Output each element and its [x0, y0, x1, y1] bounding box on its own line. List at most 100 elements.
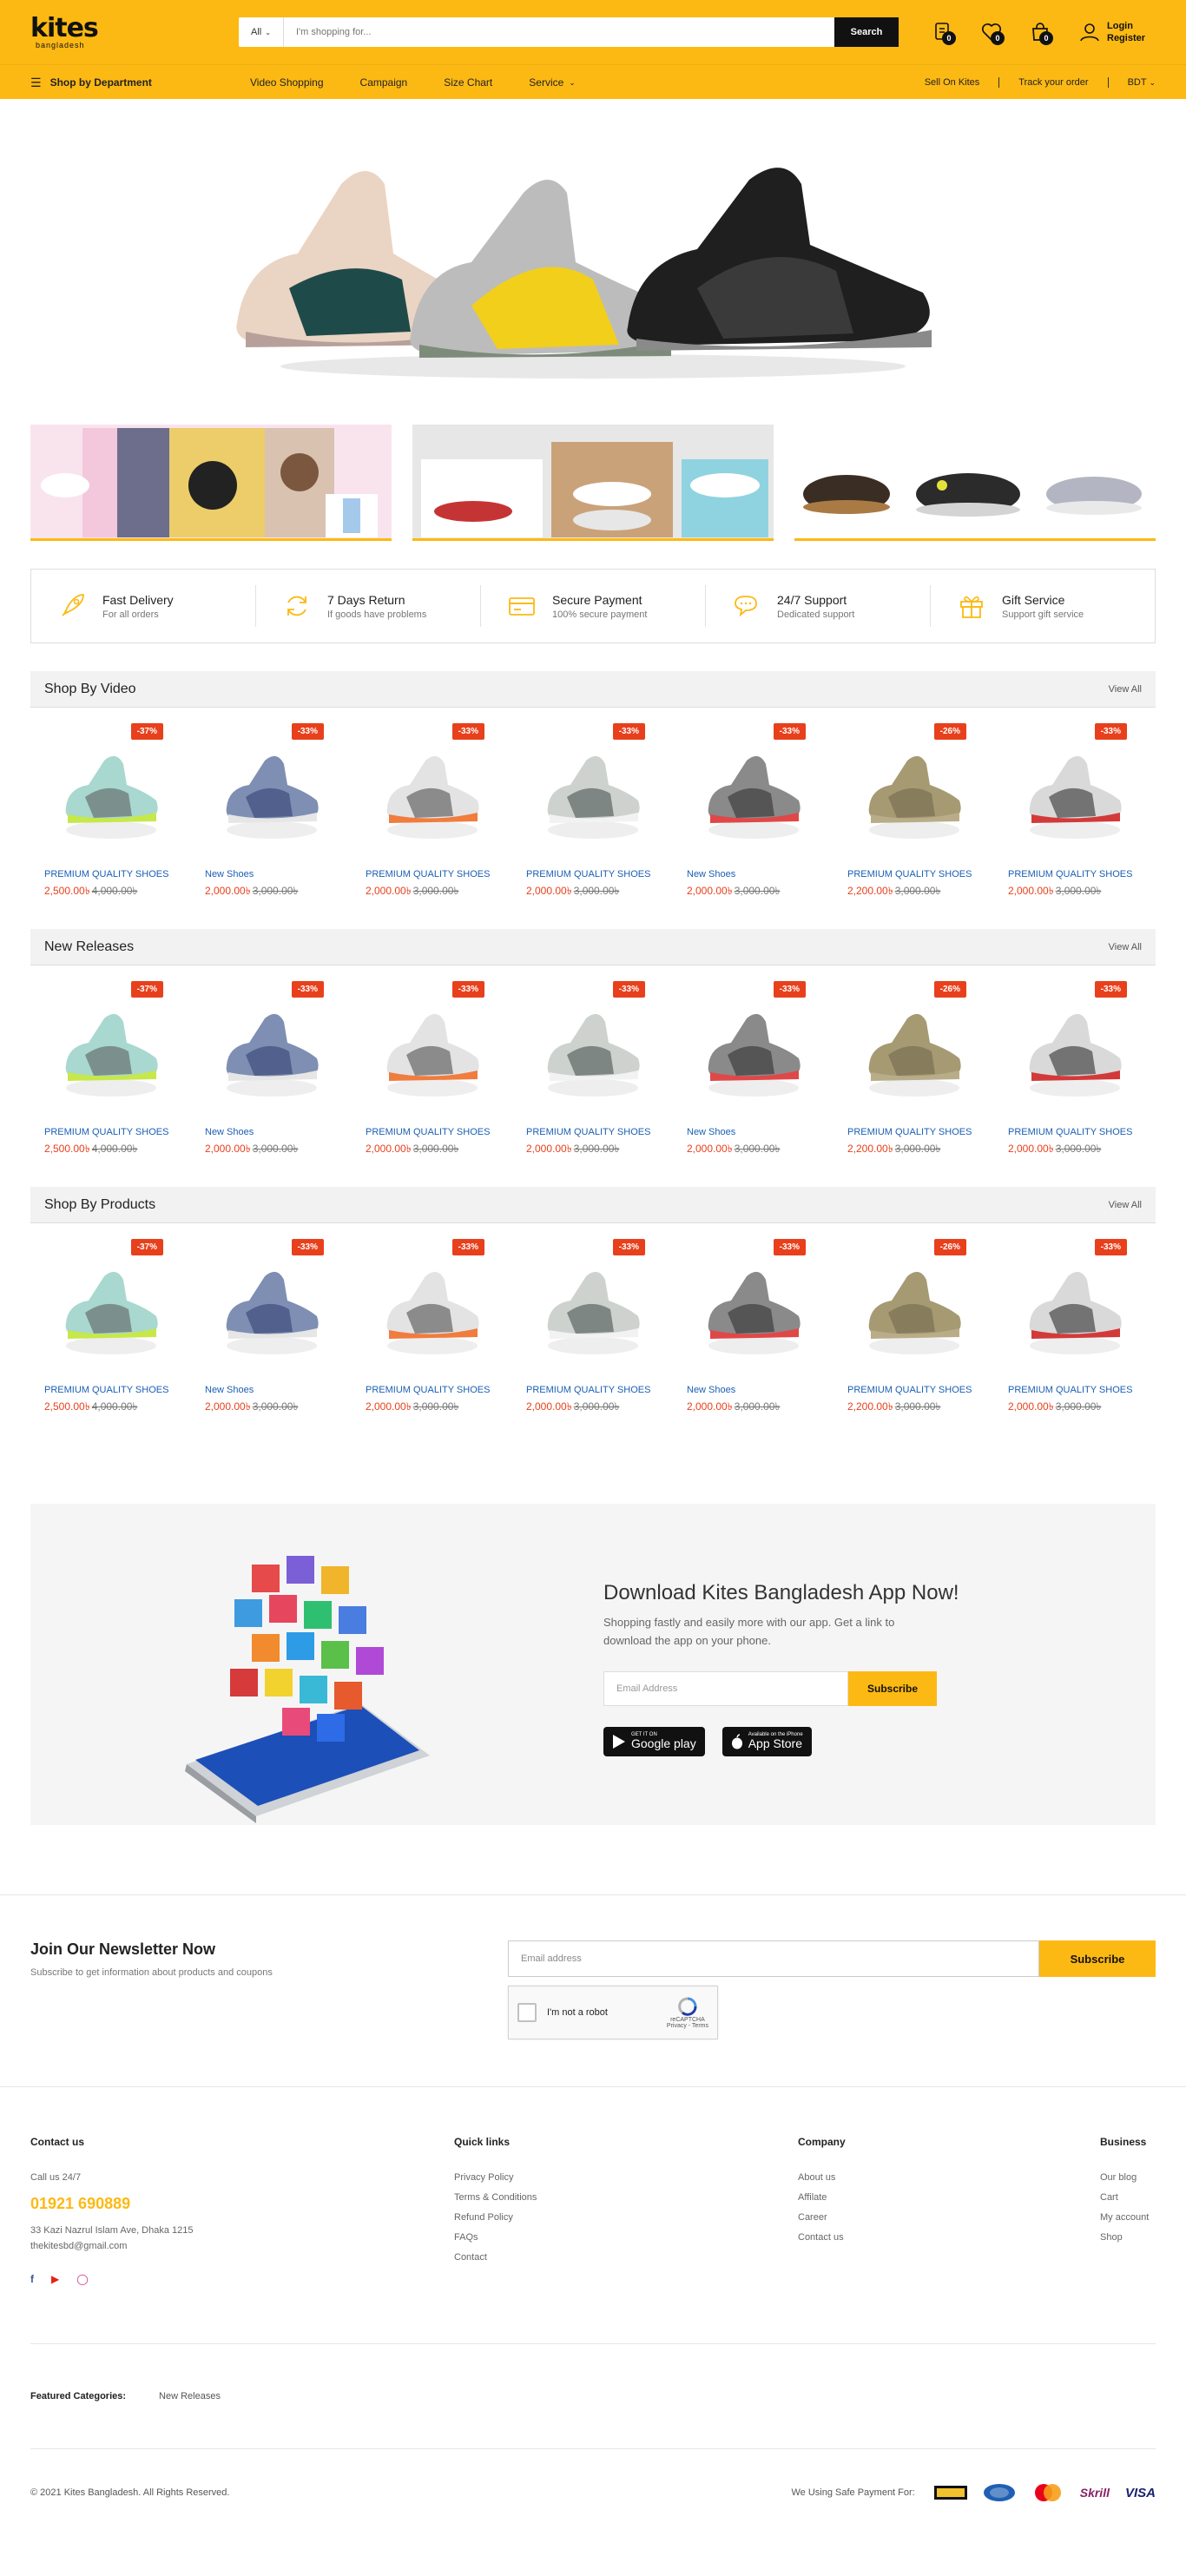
product-image-box[interactable]: -33%	[687, 723, 820, 862]
product-image-box[interactable]: -33%	[205, 981, 338, 1120]
site-logo[interactable]: kites bangladesh	[30, 15, 239, 49]
product-card[interactable]: -37% PREMIUM QUALITY SHOES 2,500.00৳ 4,000.…	[30, 723, 191, 901]
recaptcha-links[interactable]: Privacy - Terms	[667, 2023, 708, 2029]
currency-select[interactable]: BDT ⌄	[1128, 77, 1156, 88]
product-image-box[interactable]: -33%	[526, 981, 659, 1120]
product-image-box[interactable]: -37%	[44, 981, 177, 1120]
sell-on-kites-link[interactable]: Sell On Kites	[925, 77, 980, 88]
product-card[interactable]: -26% PREMIUM QUALITY SHOES 2,200.00৳ 3,000.…	[833, 981, 994, 1159]
product-card[interactable]: -26% PREMIUM QUALITY SHOES 2,200.00৳ 3,000.…	[833, 1239, 994, 1417]
footer-link-refund[interactable]: Refund Policy	[454, 2212, 798, 2223]
nav-item-video-shopping[interactable]: Video Shopping	[250, 76, 324, 89]
product-card[interactable]: -33% New Shoes 2,000.00৳ 3,000.00৳	[673, 1239, 833, 1417]
compare-button[interactable]: 0	[928, 17, 958, 47]
product-card[interactable]: -33% PREMIUM QUALITY SHOES 2,000.00৳ 3,000.…	[352, 723, 512, 901]
product-card[interactable]: -33% PREMIUM QUALITY SHOES 2,000.00৳ 3,000.…	[512, 981, 673, 1159]
product-name[interactable]: PREMIUM QUALITY SHOES	[44, 869, 177, 880]
product-name[interactable]: PREMIUM QUALITY SHOES	[526, 1127, 659, 1137]
product-card[interactable]: -33% New Shoes 2,000.00৳ 3,000.00৳	[191, 981, 352, 1159]
product-card[interactable]: -26% PREMIUM QUALITY SHOES 2,200.00৳ 3,000.…	[833, 723, 994, 901]
product-card[interactable]: -33% PREMIUM QUALITY SHOES 2,000.00৳ 3,000.…	[994, 981, 1155, 1159]
hero-banner[interactable]	[30, 99, 1156, 425]
app-store-button[interactable]: Available on the iPhone App Store	[721, 1726, 812, 1756]
product-image-box[interactable]: -26%	[847, 981, 980, 1120]
product-name[interactable]: PREMIUM QUALITY SHOES	[44, 1385, 177, 1395]
product-name[interactable]: PREMIUM QUALITY SHOES	[44, 1127, 177, 1137]
view-all-link[interactable]: View All	[1109, 684, 1142, 695]
product-card[interactable]: -33% PREMIUM QUALITY SHOES 2,000.00৳ 3,000.…	[352, 981, 512, 1159]
product-card[interactable]: -37% PREMIUM QUALITY SHOES 2,500.00৳ 4,000.…	[30, 1239, 191, 1417]
product-name[interactable]: PREMIUM QUALITY SHOES	[1008, 1385, 1141, 1395]
account-login[interactable]: Login Register	[1079, 20, 1145, 45]
product-name[interactable]: PREMIUM QUALITY SHOES	[847, 1385, 980, 1395]
product-card[interactable]: -33% PREMIUM QUALITY SHOES 2,000.00৳ 3,000.…	[352, 1239, 512, 1417]
promo-banner-boxes[interactable]	[412, 425, 774, 541]
nav-item-size-chart[interactable]: Size Chart	[444, 76, 492, 89]
product-card[interactable]: -33% New Shoes 2,000.00৳ 3,000.00৳	[191, 1239, 352, 1417]
promo-banner-lifestyle[interactable]	[30, 425, 392, 541]
search-input[interactable]	[284, 17, 834, 47]
instagram-icon[interactable]: ◯	[76, 2273, 88, 2285]
track-order-link[interactable]: Track your order	[1018, 77, 1088, 88]
promo-banner-sneakers[interactable]	[794, 425, 1156, 541]
footer-link-contact[interactable]: Contact	[454, 2252, 798, 2263]
app-email-input[interactable]: Email Address	[603, 1670, 848, 1706]
product-name[interactable]: PREMIUM QUALITY SHOES	[366, 1385, 498, 1395]
product-name[interactable]: New Shoes	[687, 1127, 820, 1137]
email-link[interactable]: thekitesbd@gmail.com	[30, 2239, 454, 2255]
phone-number[interactable]: 01921 690889	[30, 2195, 454, 2213]
app-subscribe-button[interactable]: Subscribe	[848, 1670, 937, 1706]
product-name[interactable]: PREMIUM QUALITY SHOES	[847, 869, 980, 880]
product-image-box[interactable]: -33%	[205, 1239, 338, 1378]
product-image-box[interactable]: -26%	[847, 1239, 980, 1378]
footer-link-terms[interactable]: Terms & Conditions	[454, 2192, 798, 2203]
newsletter-subscribe-button[interactable]: Subscribe	[1039, 1940, 1156, 1977]
product-image-box[interactable]: -37%	[44, 1239, 177, 1378]
product-card[interactable]: -37% PREMIUM QUALITY SHOES 2,500.00৳ 4,000.…	[30, 981, 191, 1159]
product-name[interactable]: PREMIUM QUALITY SHOES	[366, 869, 498, 880]
product-image-box[interactable]: -33%	[366, 981, 498, 1120]
product-name[interactable]: New Shoes	[205, 869, 338, 880]
product-card[interactable]: -33% New Shoes 2,000.00৳ 3,000.00৳	[673, 981, 833, 1159]
facebook-icon[interactable]: f	[30, 2273, 34, 2285]
view-all-link[interactable]: View All	[1109, 942, 1142, 952]
product-name[interactable]: New Shoes	[205, 1127, 338, 1137]
product-name[interactable]: PREMIUM QUALITY SHOES	[1008, 869, 1141, 880]
product-name[interactable]: New Shoes	[687, 1385, 820, 1395]
product-image-box[interactable]: -33%	[687, 1239, 820, 1378]
product-name[interactable]: New Shoes	[205, 1385, 338, 1395]
nav-item-service[interactable]: Service ⌄	[529, 76, 576, 89]
footer-link-blog[interactable]: Our blog	[1100, 2172, 1149, 2183]
product-name[interactable]: PREMIUM QUALITY SHOES	[526, 1385, 659, 1395]
product-image-box[interactable]: -33%	[687, 981, 820, 1120]
product-image-box[interactable]: -33%	[205, 723, 338, 862]
product-name[interactable]: PREMIUM QUALITY SHOES	[366, 1127, 498, 1137]
product-image-box[interactable]: -33%	[1008, 723, 1141, 862]
footer-link-about[interactable]: About us	[798, 2172, 1100, 2183]
youtube-icon[interactable]: ▶	[51, 2273, 59, 2285]
footer-link-faqs[interactable]: FAQs	[454, 2232, 798, 2243]
product-card[interactable]: -33% New Shoes 2,000.00৳ 3,000.00৳	[191, 723, 352, 901]
product-card[interactable]: -33% PREMIUM QUALITY SHOES 2,000.00৳ 3,000.…	[512, 723, 673, 901]
product-image-box[interactable]: -37%	[44, 723, 177, 862]
product-card[interactable]: -33% PREMIUM QUALITY SHOES 2,000.00৳ 3,000.…	[994, 1239, 1155, 1417]
footer-link-privacy[interactable]: Privacy Policy	[454, 2172, 798, 2183]
product-name[interactable]: PREMIUM QUALITY SHOES	[1008, 1127, 1141, 1137]
recaptcha-checkbox[interactable]	[517, 2003, 537, 2022]
product-name[interactable]: New Shoes	[687, 869, 820, 880]
product-card[interactable]: -33% PREMIUM QUALITY SHOES 2,000.00৳ 3,000.…	[512, 1239, 673, 1417]
footer-link-contact-us[interactable]: Contact us	[798, 2232, 1100, 2243]
wishlist-button[interactable]: 0	[977, 17, 1006, 47]
newsletter-email-input[interactable]: Email address	[508, 1940, 1039, 1977]
nav-item-campaign[interactable]: Campaign	[360, 76, 408, 89]
login-link[interactable]: Login	[1107, 20, 1145, 32]
product-name[interactable]: PREMIUM QUALITY SHOES	[526, 869, 659, 880]
search-button[interactable]: Search	[834, 17, 899, 47]
product-image-box[interactable]: -33%	[366, 723, 498, 862]
footer-link-affiliate[interactable]: Affilate	[798, 2192, 1100, 2203]
product-image-box[interactable]: -33%	[526, 1239, 659, 1378]
product-image-box[interactable]: -33%	[366, 1239, 498, 1378]
footer-link-shop[interactable]: Shop	[1100, 2232, 1149, 2243]
product-card[interactable]: -33% New Shoes 2,000.00৳ 3,000.00৳	[673, 723, 833, 901]
search-category-select[interactable]: All ⌄	[239, 17, 284, 47]
